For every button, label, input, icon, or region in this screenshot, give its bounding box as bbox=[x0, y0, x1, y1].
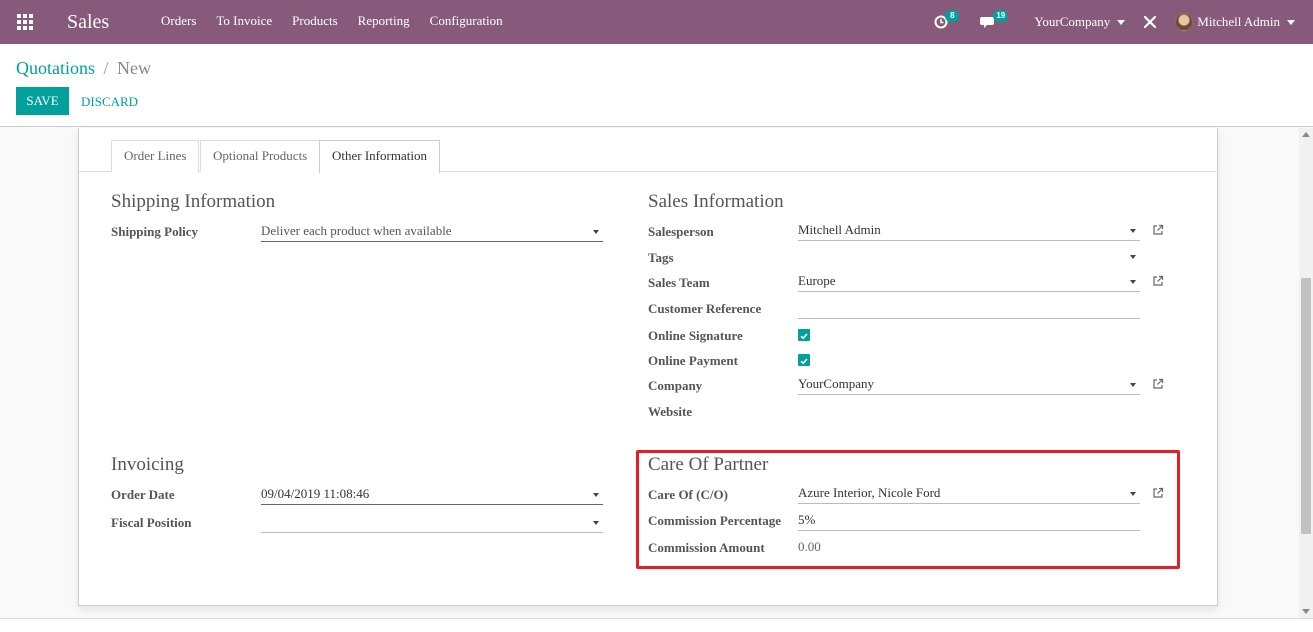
tags-field[interactable] bbox=[798, 247, 1140, 267]
order-date-input[interactable]: 09/04/2019 11:08:46 bbox=[261, 485, 603, 505]
customer-reference-input[interactable] bbox=[798, 299, 1140, 319]
tab-other-information[interactable]: Other Information bbox=[319, 140, 440, 173]
message-count-badge: 19 bbox=[993, 10, 1009, 22]
scroll-down-icon[interactable] bbox=[1302, 609, 1310, 614]
online-signature-label: Online Signature bbox=[648, 328, 743, 343]
activity-menu[interactable]: 8 bbox=[934, 0, 980, 44]
menu-item-configuration[interactable]: Configuration bbox=[420, 0, 513, 44]
chevron-down-icon bbox=[1117, 19, 1126, 25]
chevron-down-icon bbox=[1287, 19, 1295, 25]
order-date-label: Order Date bbox=[111, 487, 175, 502]
online-payment-label: Online Payment bbox=[648, 353, 738, 368]
sales-team-field[interactable]: Europe bbox=[798, 272, 1140, 292]
online-signature-checkbox[interactable] bbox=[798, 329, 810, 341]
care-of-partner-highlight-box bbox=[636, 450, 1180, 569]
salesperson-label: Salesperson bbox=[648, 224, 714, 239]
discard-button[interactable]: DISCARD bbox=[81, 94, 138, 110]
scrollbar[interactable] bbox=[1299, 128, 1313, 618]
activity-count-badge: 8 bbox=[945, 10, 960, 22]
debug-tools[interactable] bbox=[1143, 0, 1157, 44]
chevron-down-icon bbox=[1130, 383, 1136, 387]
shipping-information-title: Shipping Information bbox=[111, 191, 276, 212]
company-value: YourCompany bbox=[798, 376, 874, 391]
online-payment-checkbox[interactable] bbox=[798, 354, 810, 366]
menu-item-orders[interactable]: Orders bbox=[151, 0, 206, 44]
shipping-policy-label: Shipping Policy bbox=[111, 224, 199, 239]
save-button[interactable]: SAVE bbox=[16, 87, 69, 115]
avatar bbox=[1175, 13, 1194, 31]
chevron-down-icon bbox=[593, 521, 599, 525]
customer-reference-label: Customer Reference bbox=[648, 301, 762, 316]
company-switcher[interactable]: YourCompany bbox=[1034, 0, 1126, 44]
control-panel: Quotations / New SAVE DISCARD bbox=[0, 44, 1313, 127]
user-name: Mitchell Admin bbox=[1197, 14, 1280, 29]
shipping-policy-select[interactable]: Deliver each product when available bbox=[261, 222, 603, 242]
fiscal-position-label: Fiscal Position bbox=[111, 515, 192, 530]
scroll-thumb[interactable] bbox=[1301, 278, 1311, 534]
breadcrumb-quotations[interactable]: Quotations bbox=[16, 58, 95, 78]
external-link-icon[interactable] bbox=[1152, 224, 1164, 236]
chevron-down-icon bbox=[593, 230, 599, 234]
page-footer-strip bbox=[0, 618, 1313, 632]
sales-team-label: Sales Team bbox=[648, 275, 710, 290]
tags-label: Tags bbox=[648, 250, 674, 265]
breadcrumb: Quotations / New bbox=[16, 58, 151, 79]
systray: 8 19 YourCompany Mitchell Admin bbox=[934, 0, 1313, 44]
invoicing-title: Invoicing bbox=[111, 454, 184, 475]
sales-information-title: Sales Information bbox=[648, 191, 784, 212]
company-field[interactable]: YourCompany bbox=[798, 375, 1140, 395]
scroll-up-icon[interactable] bbox=[1302, 132, 1310, 137]
top-navbar: Sales Orders To Invoice Products Reporti… bbox=[0, 0, 1313, 44]
company-name: YourCompany bbox=[1034, 14, 1111, 29]
app-name: Sales bbox=[67, 10, 110, 33]
tools-icon bbox=[1144, 15, 1157, 29]
website-label: Website bbox=[648, 404, 693, 419]
sales-team-value: Europe bbox=[798, 273, 836, 288]
order-date-value: 09/04/2019 11:08:46 bbox=[261, 486, 370, 501]
apps-menu-icon[interactable] bbox=[0, 0, 50, 44]
chevron-down-icon bbox=[593, 493, 599, 497]
company-label: Company bbox=[648, 378, 703, 393]
user-menu[interactable]: Mitchell Admin bbox=[1175, 0, 1295, 44]
tab-order-lines[interactable]: Order Lines bbox=[111, 140, 200, 172]
messaging-menu[interactable]: 19 bbox=[980, 0, 1034, 44]
tab-optional-products[interactable]: Optional Products bbox=[200, 140, 321, 172]
chevron-down-icon bbox=[1130, 229, 1136, 233]
breadcrumb-current: New bbox=[117, 58, 152, 78]
menu-item-to-invoice[interactable]: To Invoice bbox=[206, 0, 282, 44]
chevron-down-icon bbox=[1130, 280, 1136, 284]
main-menu: Orders To Invoice Products Reporting Con… bbox=[151, 0, 513, 44]
external-link-icon[interactable] bbox=[1152, 378, 1164, 390]
shipping-policy-value: Deliver each product when available bbox=[261, 223, 452, 238]
salesperson-value: Mitchell Admin bbox=[798, 222, 881, 237]
chevron-down-icon bbox=[1130, 255, 1136, 259]
check-icon bbox=[800, 358, 808, 365]
check-icon bbox=[800, 333, 808, 340]
external-link-icon[interactable] bbox=[1152, 275, 1164, 287]
fiscal-position-field[interactable] bbox=[261, 513, 603, 533]
menu-item-products[interactable]: Products bbox=[282, 0, 348, 44]
menu-item-reporting[interactable]: Reporting bbox=[348, 0, 420, 44]
breadcrumb-separator: / bbox=[103, 58, 109, 78]
salesperson-field[interactable]: Mitchell Admin bbox=[798, 221, 1140, 241]
